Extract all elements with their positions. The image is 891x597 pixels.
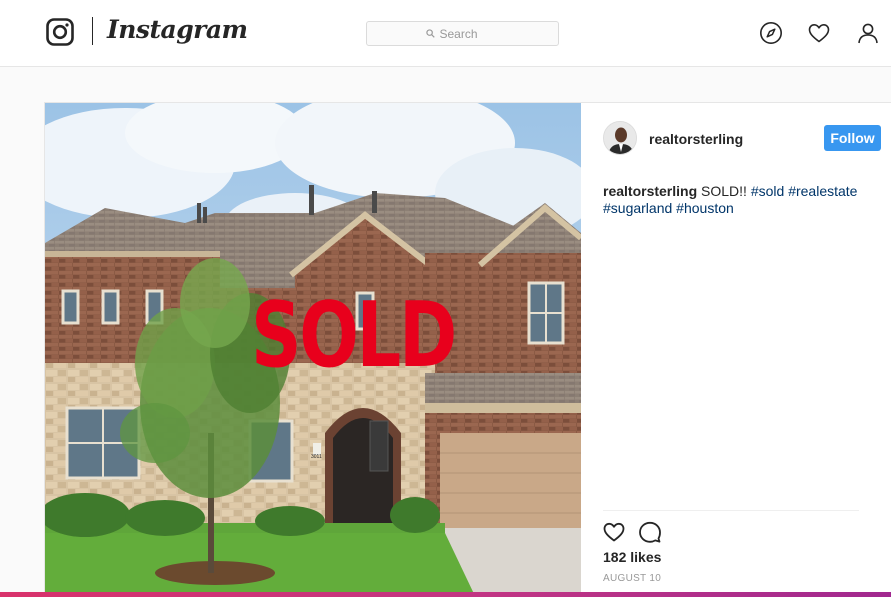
post-date: AUGUST 10 — [603, 573, 662, 584]
compass-icon[interactable] — [759, 21, 783, 45]
post-card: SOLD 3011 realtorsterling Follow realtor… — [44, 102, 891, 597]
logo-separator — [92, 17, 93, 45]
avatar[interactable] — [603, 121, 637, 155]
sold-overlay-text: SOLD — [251, 283, 457, 388]
search-box[interactable] — [366, 21, 559, 46]
hashtag-link[interactable]: #sugarland — [603, 200, 672, 216]
top-navigation-bar: Instagram — [0, 0, 891, 67]
post-author-row: realtorsterling Follow — [603, 121, 891, 157]
bottom-accent-strip — [0, 592, 891, 597]
search-input[interactable] — [439, 26, 500, 41]
avatar-image — [604, 122, 636, 154]
hashtag-link[interactable]: #houston — [676, 200, 734, 216]
hashtag-link[interactable]: #realestate — [788, 183, 857, 199]
heart-icon[interactable] — [807, 21, 831, 45]
comment-bubble-icon[interactable] — [638, 520, 662, 544]
post-photo[interactable]: SOLD 3011 — [45, 103, 581, 596]
user-icon[interactable] — [856, 21, 880, 45]
author-username[interactable]: realtorsterling — [649, 131, 743, 147]
likes-count[interactable]: 182 likes — [603, 549, 661, 565]
hashtag-link[interactable]: #sold — [751, 183, 784, 199]
instagram-wordmark[interactable]: Instagram — [107, 15, 248, 44]
caption-username[interactable]: realtorsterling — [603, 183, 697, 199]
follow-button[interactable]: Follow — [824, 125, 881, 151]
search-icon — [425, 29, 435, 38]
caption-text: SOLD!! — [701, 183, 747, 199]
post-caption: realtorsterling SOLD!! #sold #realestate… — [603, 183, 863, 217]
house-number-plaque: 3011 — [311, 454, 322, 460]
actions-divider — [603, 510, 859, 511]
post-sidebar: realtorsterling Follow realtorsterling S… — [582, 103, 891, 596]
instagram-camera-icon[interactable] — [46, 18, 74, 46]
like-heart-icon[interactable] — [602, 520, 626, 544]
